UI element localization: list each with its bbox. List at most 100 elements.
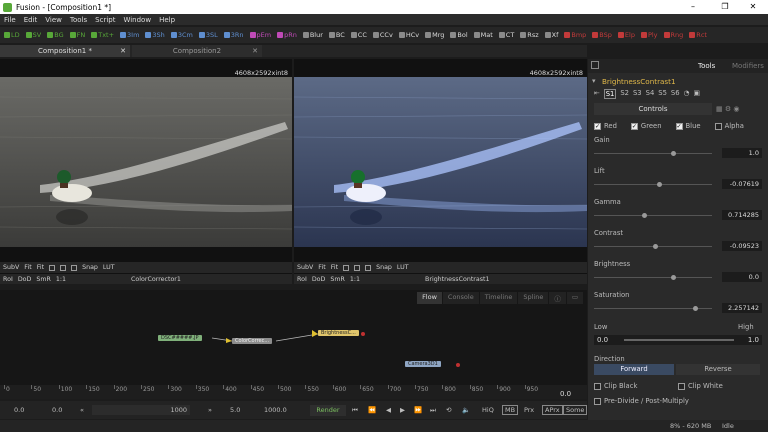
toolbar-button-rct[interactable]: Rct bbox=[689, 31, 707, 39]
step-forward-icon[interactable]: ⏩ bbox=[414, 406, 422, 414]
menu-view[interactable]: View bbox=[45, 16, 62, 24]
predivide-checkbox[interactable]: Pre-Divide / Post-Multiply bbox=[594, 397, 689, 405]
toolbar-button-3im[interactable]: 3Im bbox=[120, 31, 139, 39]
param-slider-brightness[interactable] bbox=[594, 275, 712, 280]
param-value-gain[interactable]: 1.0 bbox=[722, 148, 762, 158]
toolbar-button-txt[interactable]: Txt+ bbox=[91, 31, 114, 39]
range-track[interactable] bbox=[624, 339, 734, 341]
slot-s5[interactable]: S5 bbox=[658, 89, 667, 99]
slider-knob[interactable] bbox=[693, 306, 699, 311]
param-slider-contrast[interactable] bbox=[594, 244, 712, 249]
collapse-icon[interactable]: ▾ bbox=[592, 77, 596, 85]
ratio-button[interactable]: 1:1 bbox=[56, 276, 66, 283]
range-right-icon[interactable]: » bbox=[208, 406, 212, 414]
subview-button[interactable]: SubV bbox=[297, 264, 313, 271]
menu-script[interactable]: Script bbox=[95, 16, 115, 24]
roi-button[interactable]: RoI bbox=[3, 276, 13, 283]
toolbar-button-ply[interactable]: Ply bbox=[640, 31, 658, 39]
menu-help[interactable]: Help bbox=[159, 16, 175, 24]
snap-button[interactable]: Snap bbox=[82, 264, 98, 271]
toolbar-button-bc[interactable]: BC bbox=[328, 31, 345, 39]
toolbar-button-blur[interactable]: Blur bbox=[302, 31, 323, 39]
toolbar-button-mat[interactable]: Mat bbox=[473, 31, 493, 39]
flow-node-loader[interactable]: DSC#####.JP bbox=[158, 335, 202, 341]
slot-s6[interactable]: S6 bbox=[671, 89, 680, 99]
go-to-end-icon[interactable]: ⏭ bbox=[430, 406, 436, 415]
tab-composition2[interactable]: Composition2 ✕ bbox=[132, 45, 262, 57]
range-left-icon[interactable]: « bbox=[80, 406, 84, 414]
tool-icon[interactable] bbox=[343, 264, 350, 271]
reset-icon[interactable]: ▣ bbox=[693, 89, 699, 99]
red-checkbox[interactable]: ✓ Red bbox=[594, 122, 617, 130]
toolbar-button-mrg[interactable]: Mrg bbox=[425, 31, 444, 39]
low-value[interactable]: 0.0 bbox=[597, 336, 608, 344]
go-to-start-icon[interactable]: ⏮ bbox=[352, 406, 358, 415]
slider-knob[interactable] bbox=[671, 275, 677, 280]
slider-knob[interactable] bbox=[671, 151, 677, 156]
play-icon[interactable]: ▶ bbox=[400, 406, 405, 414]
global-start-field[interactable]: 0.0 bbox=[14, 406, 24, 414]
fit-button[interactable]: Fit bbox=[318, 264, 325, 271]
menu-file[interactable]: File bbox=[4, 16, 16, 24]
dod-button[interactable]: DoD bbox=[18, 276, 32, 283]
loop-icon[interactable]: ⟲ bbox=[446, 406, 451, 414]
toolbar-button-ld[interactable]: LD bbox=[4, 31, 20, 39]
range-slider[interactable]: 1000 bbox=[92, 405, 190, 415]
play-reverse-icon[interactable]: ◀ bbox=[386, 406, 391, 414]
smr-button[interactable]: SmR bbox=[330, 276, 345, 283]
toolbar-button-bmp[interactable]: Bmp bbox=[564, 31, 586, 39]
time-ruler[interactable]: 0 50 100 150 200 250 300 350 400 450 500 550 600 650 7… bbox=[0, 385, 587, 399]
slot-s1[interactable]: S1 bbox=[603, 89, 617, 99]
close-tab-icon[interactable]: ✕ bbox=[120, 45, 126, 57]
blue-checkbox[interactable]: ✓ Blue bbox=[675, 122, 701, 130]
lut-button[interactable]: LUT bbox=[397, 264, 409, 271]
toolbar-button-pem[interactable]: pEm bbox=[249, 31, 271, 39]
ratio-button[interactable]: 1:1 bbox=[350, 276, 360, 283]
render-start-field[interactable]: 0.0 bbox=[52, 406, 62, 414]
fit-button-2[interactable]: Fit bbox=[331, 264, 338, 271]
hiq-button[interactable]: HiQ bbox=[482, 406, 494, 414]
flow-node-camera3d[interactable]: Camera3D1 bbox=[405, 361, 441, 367]
audio-icon[interactable]: 🔈 bbox=[462, 406, 470, 414]
flow-node-brightnesscontrast[interactable]: BrightnessC... bbox=[318, 330, 359, 336]
toolbar-button-ct[interactable]: CT bbox=[498, 31, 514, 39]
tool-icon[interactable] bbox=[354, 264, 361, 271]
close-tab-icon[interactable]: ✕ bbox=[252, 45, 258, 57]
controls-section[interactable]: Controls bbox=[594, 103, 712, 115]
param-slider-gain[interactable] bbox=[594, 151, 712, 156]
toolbar-button-3sh[interactable]: 3Sh bbox=[145, 31, 165, 39]
toolbar-button-3rn[interactable]: 3Rn bbox=[223, 31, 244, 39]
toolbar-button-xf[interactable]: Xf bbox=[544, 31, 558, 39]
toolbar-button-3cm[interactable]: 3Cm bbox=[170, 31, 193, 39]
slot-s2[interactable]: S2 bbox=[620, 89, 629, 99]
toolbar-button-3sl[interactable]: 3SL bbox=[198, 31, 218, 39]
smr-button[interactable]: SmR bbox=[36, 276, 51, 283]
slider-knob[interactable] bbox=[653, 244, 659, 249]
flow-editor[interactable]: Flow Console Timeline Spline ⓘ ▭ DSC####… bbox=[0, 290, 587, 385]
panel-menu-icon[interactable] bbox=[591, 61, 599, 69]
green-checkbox[interactable]: ✓ Green bbox=[630, 122, 662, 130]
flow-node-colorcorrector[interactable]: ColorCorrec... bbox=[232, 338, 273, 344]
global-end-field[interactable]: 1000.0 bbox=[264, 406, 287, 414]
close-button[interactable]: ✕ bbox=[738, 0, 768, 14]
alpha-checkbox[interactable]: Alpha bbox=[714, 122, 744, 130]
slot-s3[interactable]: S3 bbox=[633, 89, 642, 99]
settings-icon[interactable]: ▦ ⚙ ◉ bbox=[716, 105, 739, 113]
param-slider-gamma[interactable] bbox=[594, 213, 712, 218]
forward-button[interactable]: Forward bbox=[594, 364, 674, 375]
tab-tools[interactable]: Tools bbox=[698, 62, 715, 70]
param-slider-saturation[interactable] bbox=[594, 306, 712, 311]
clip-white-checkbox[interactable]: Clip White bbox=[678, 382, 723, 390]
toolbar-button-sv[interactable]: SV bbox=[25, 31, 41, 39]
minimize-button[interactable]: – bbox=[678, 0, 708, 14]
toolbar-button-bsp[interactable]: BSp bbox=[592, 31, 612, 39]
fit-button[interactable]: Fit bbox=[24, 264, 31, 271]
high-value[interactable]: 1.0 bbox=[748, 336, 759, 344]
toolbar-button-prn[interactable]: pRn bbox=[277, 31, 297, 39]
toolbar-button-rsz[interactable]: Rsz bbox=[520, 31, 539, 39]
render-button[interactable]: Render bbox=[310, 404, 346, 416]
param-value-saturation[interactable]: 2.257142 bbox=[722, 303, 762, 313]
snap-button[interactable]: Snap bbox=[376, 264, 392, 271]
lock-icon[interactable]: ◔ bbox=[684, 89, 690, 99]
tool-icon[interactable] bbox=[365, 264, 372, 271]
